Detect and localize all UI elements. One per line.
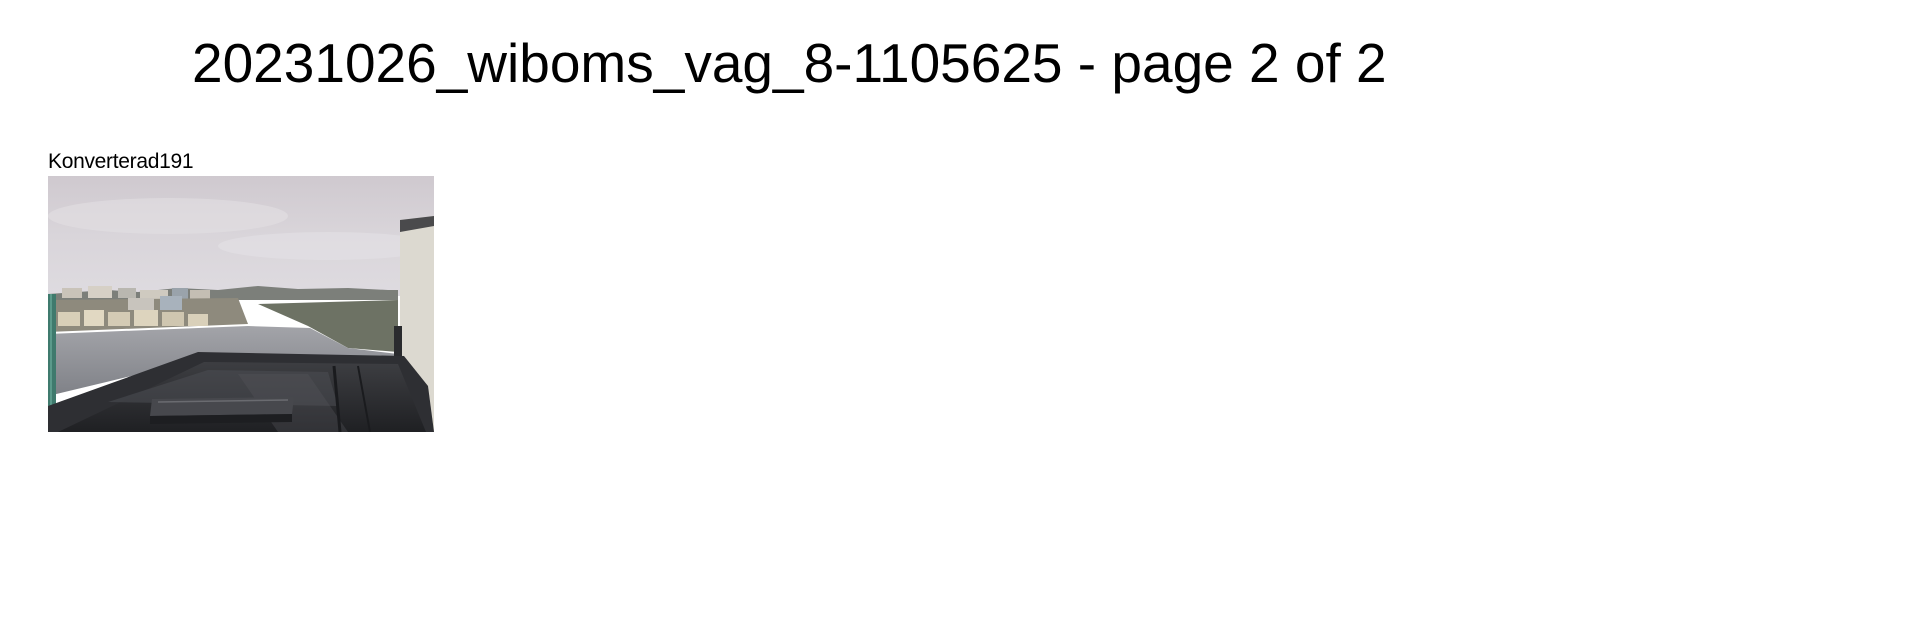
photo-caption: Konverterad191 <box>48 150 194 173</box>
photo-item: Konverterad191 <box>48 150 434 432</box>
page-title: 20231026_wiboms_vag_8-1105625 - page 2 o… <box>192 32 1387 94</box>
rooftop-photo <box>48 176 434 432</box>
